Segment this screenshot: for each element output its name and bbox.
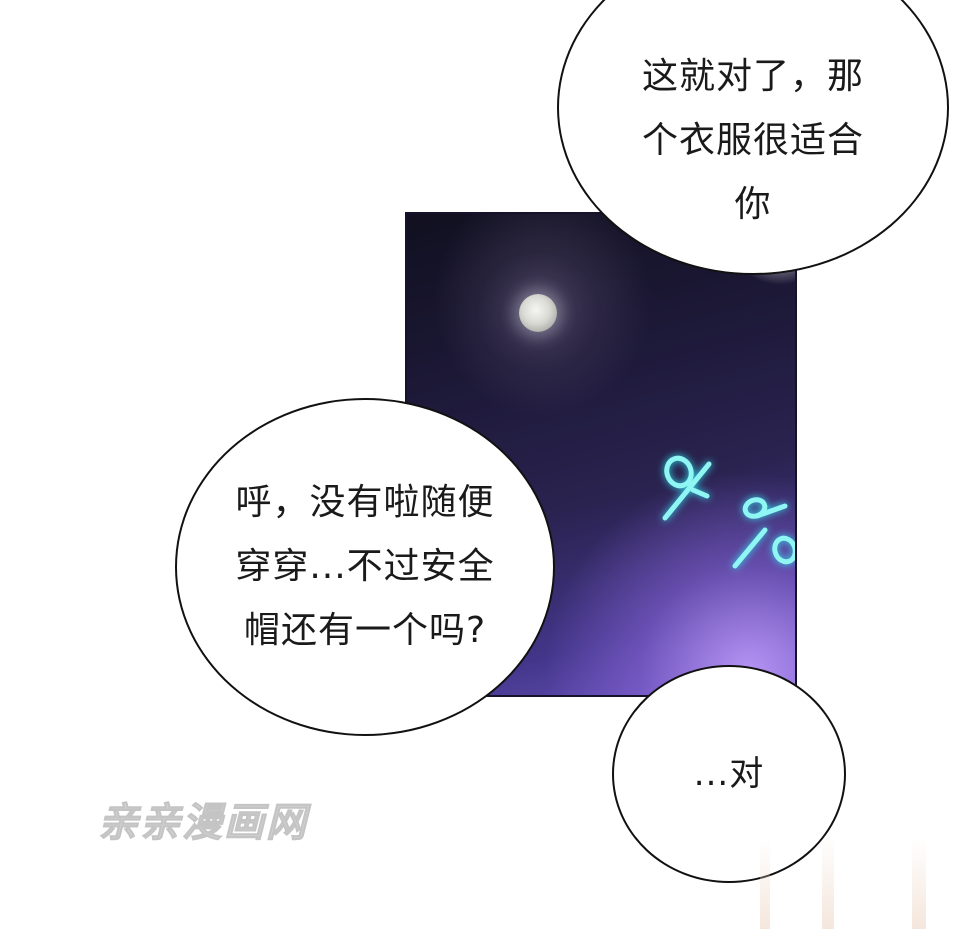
faint-artifact bbox=[822, 835, 834, 929]
sound-effect-glyphs bbox=[657, 446, 795, 576]
watermark: 亲亲漫画网 bbox=[98, 799, 308, 847]
moon-icon bbox=[519, 294, 557, 332]
speech-bubble-small: ...对 bbox=[612, 665, 846, 883]
speech-text-small: ...对 bbox=[693, 754, 765, 794]
speech-bubble-left: 呼，没有啦随便 穿穿...不过安全 帽还有一个吗? bbox=[175, 398, 555, 736]
speech-text-top: 这就对了，那 个衣服很适合 你 bbox=[641, 55, 864, 225]
faint-artifact bbox=[760, 840, 770, 929]
comic-page: 这就对了，那 个衣服很适合 你 呼，没有啦随便 穿穿...不过安全 帽还有一个吗… bbox=[0, 0, 960, 929]
speech-text-left: 呼，没有啦随便 穿穿...不过安全 帽还有一个吗? bbox=[235, 482, 495, 651]
sound-effect-icon bbox=[662, 455, 795, 569]
faint-artifact bbox=[912, 838, 926, 929]
